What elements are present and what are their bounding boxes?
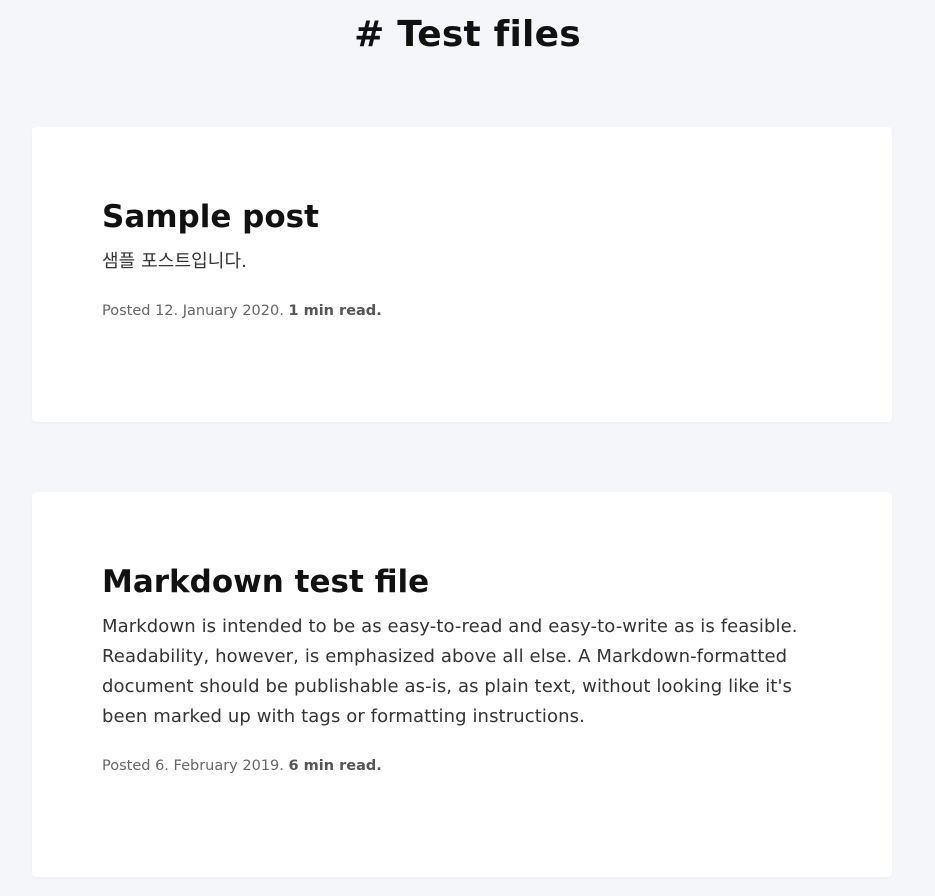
post-read-time: 1 min read. (288, 303, 382, 319)
post-title-link[interactable]: Sample post (102, 197, 822, 237)
post-excerpt: Markdown is intended to be as easy-to-re… (102, 616, 798, 727)
post-date: Posted 12. January 2020. (102, 303, 284, 319)
post-card-content: Sample post 샘플 포스트입니다. Posted 12. Januar… (102, 197, 822, 321)
post-card: Markdown test file Markdown is intended … (32, 492, 892, 877)
post-read-time: 6 min read. (288, 758, 382, 774)
post-date: Posted 6. February 2019. (102, 758, 284, 774)
post-card: Sample post 샘플 포스트입니다. Posted 12. Januar… (32, 127, 892, 422)
page-title: # Test files (354, 14, 581, 55)
post-card-content: Markdown test file Markdown is intended … (102, 562, 822, 776)
post-title-link[interactable]: Markdown test file (102, 562, 822, 602)
post-meta: Posted 6. February 2019. 6 min read. (102, 756, 822, 776)
post-meta: Posted 12. January 2020. 1 min read. (102, 301, 822, 321)
post-excerpt: 샘플 포스트입니다. (102, 251, 247, 272)
